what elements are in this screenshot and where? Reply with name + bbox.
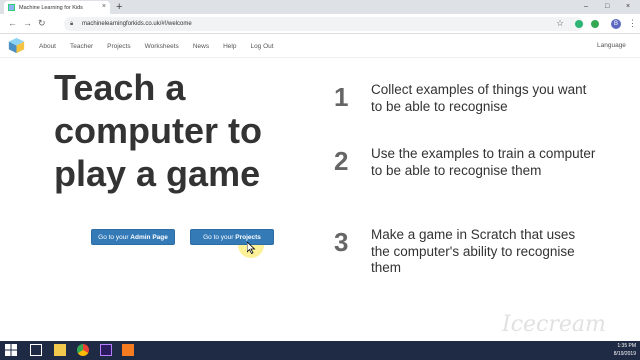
profile-avatar[interactable]: B — [611, 19, 621, 29]
maximize-button[interactable]: □ — [605, 0, 609, 14]
new-tab-button[interactable]: + — [116, 0, 122, 14]
nav-teacher[interactable]: Teacher — [63, 43, 100, 50]
projects-button-label: Projects — [235, 234, 261, 241]
bookmark-star-icon[interactable]: ☆ — [556, 18, 564, 29]
chrome-icon[interactable] — [77, 344, 89, 356]
hero-line-3: play a game — [54, 153, 261, 194]
file-explorer-icon[interactable] — [54, 344, 66, 356]
site-favicon-icon — [8, 4, 15, 11]
step-3-number: 3 — [334, 227, 349, 257]
projects-button-prefix: Go to your — [203, 234, 236, 241]
tray-date: 8/19/2019 — [613, 351, 636, 357]
nav-about[interactable]: About — [32, 43, 63, 50]
task-view-icon[interactable] — [30, 344, 42, 356]
admin-page-button[interactable]: Go to your Admin Page — [91, 229, 175, 245]
step-1-text: Collect examples of things you want to b… — [371, 82, 587, 114]
browser-tab[interactable]: Machine Learning for Kids × — [4, 1, 110, 14]
nav-logout[interactable]: Log Out — [243, 43, 280, 50]
menu-kebab-icon[interactable]: ⋮ — [628, 18, 637, 29]
recorder-watermark: Icecream — [502, 312, 606, 337]
browser-tab-strip: Machine Learning for Kids × + – □ × — [0, 0, 640, 14]
premiere-icon[interactable] — [100, 344, 112, 356]
site-nav-links: About Teacher Projects Worksheets News H… — [32, 34, 281, 58]
projects-button[interactable]: Go to your Projects — [190, 229, 274, 245]
hero-line-1: Teach a — [54, 67, 186, 108]
shield-extension-icon[interactable] — [591, 20, 599, 28]
nav-worksheets[interactable]: Worksheets — [138, 43, 186, 50]
tray-time: 1:35 PM — [617, 343, 636, 349]
nav-help[interactable]: Help — [216, 43, 243, 50]
hero-heading: Teach a computer to play a game — [54, 66, 304, 195]
site-navbar: About Teacher Projects Worksheets News H… — [0, 34, 640, 58]
extension-icon[interactable] — [575, 20, 583, 28]
admin-button-label: Admin Page — [130, 234, 168, 241]
step-3-text: Make a game in Scratch that uses the com… — [371, 227, 576, 275]
forward-arrow-icon[interactable]: → — [23, 18, 32, 28]
tab-title: Machine Learning for Kids — [19, 4, 83, 11]
admin-button-prefix: Go to your — [98, 234, 131, 241]
step-2-text: Use the examples to train a computer to … — [371, 146, 596, 178]
windows-start-icon[interactable] — [5, 344, 17, 356]
browser-toolbar: ← → ↻ 🔒︎ machinelearningforkids.co.uk/#!… — [0, 14, 640, 34]
step-2-number: 2 — [334, 146, 349, 176]
windows-taskbar: 1:35 PM 8/19/2019 — [0, 341, 640, 360]
minimize-button[interactable]: – — [584, 0, 588, 14]
lock-icon: 🔒︎ — [70, 21, 74, 27]
address-bar[interactable]: 🔒︎ machinelearningforkids.co.uk/#!/welco… — [64, 17, 584, 31]
system-tray-clock[interactable]: 1:35 PM 8/19/2019 — [566, 342, 636, 358]
hero-line-2: computer to — [54, 110, 263, 151]
site-logo-icon[interactable] — [8, 37, 25, 54]
language-menu[interactable]: Language — [597, 42, 626, 49]
tab-close-icon[interactable]: × — [102, 3, 106, 10]
nav-news[interactable]: News — [186, 43, 216, 50]
nav-projects[interactable]: Projects — [100, 43, 137, 50]
back-arrow-icon[interactable]: ← — [8, 18, 17, 28]
reload-icon[interactable]: ↻ — [38, 18, 46, 29]
close-window-button[interactable]: × — [626, 0, 630, 14]
recorder-app-icon[interactable] — [122, 344, 134, 356]
step-1-number: 1 — [334, 82, 349, 112]
mouse-cursor-icon — [247, 242, 256, 254]
url-text: machinelearningforkids.co.uk/#!/welcome — [82, 21, 192, 27]
